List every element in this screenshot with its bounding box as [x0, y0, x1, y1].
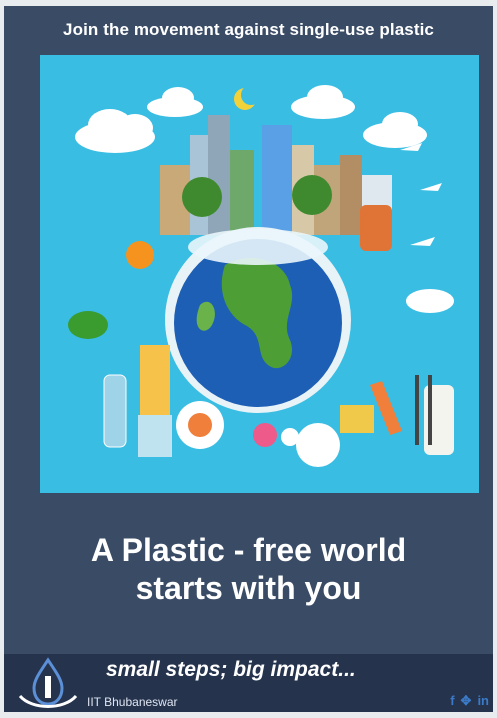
poster-title: Join the movement against single-use pla… [63, 20, 434, 39]
iit-logo [12, 656, 84, 712]
linkedin-icon[interactable]: in [477, 693, 489, 709]
institution-name: IIT Bhubaneswar [87, 695, 178, 709]
leaf-icon [68, 311, 108, 339]
plastic-free-illustration [40, 55, 479, 493]
headline-line-2: starts with you [135, 570, 362, 606]
social-links: f ✥ in [450, 693, 489, 709]
orange-fruit [126, 241, 154, 269]
headline-line-1: A Plastic - free world [90, 532, 407, 568]
tagline: small steps; big impact... [106, 658, 356, 681]
twitter-icon[interactable]: ✥ [461, 693, 472, 709]
headline: A Plastic - free world starts with you [4, 531, 493, 607]
poster-frame: Join the movement against single-use pla… [4, 6, 493, 712]
facebook-icon[interactable]: f [450, 693, 454, 709]
